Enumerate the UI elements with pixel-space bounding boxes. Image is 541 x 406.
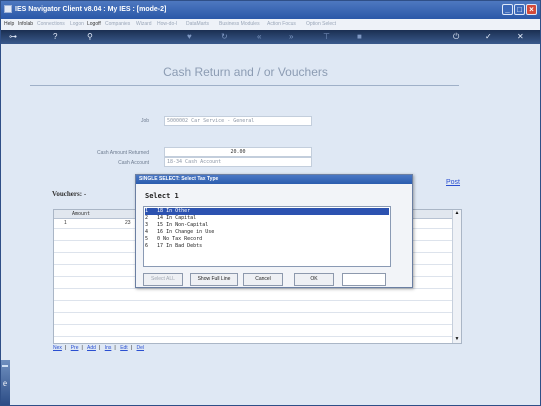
- search-icon[interactable]: ⚲: [87, 32, 93, 42]
- menu-connections[interactable]: Connections: [37, 21, 65, 27]
- cancel-button[interactable]: Cancel: [243, 273, 283, 286]
- help-icon[interactable]: ?: [53, 32, 57, 42]
- menu-companies[interactable]: Companies: [105, 21, 130, 27]
- menu-option-select[interactable]: Option Select: [306, 21, 336, 27]
- tree-icon[interactable]: ⊤: [323, 32, 330, 42]
- rewind-icon[interactable]: «: [257, 32, 261, 42]
- amount-field[interactable]: 20.00: [164, 147, 312, 157]
- scroll-down-icon[interactable]: ▼: [453, 336, 461, 343]
- cancel-icon[interactable]: ✕: [517, 32, 524, 42]
- minimize-icon[interactable]: _: [502, 4, 513, 15]
- power-icon[interactable]: ⏻: [453, 32, 459, 42]
- heart-icon[interactable]: ♥: [187, 32, 192, 42]
- menu-action-focus[interactable]: Action Focus: [267, 21, 296, 27]
- post-link[interactable]: Post: [446, 179, 460, 186]
- grid-nav: Nex | Pre | Add | Ins | Edt | Del: [53, 345, 145, 351]
- selection-count-field[interactable]: [342, 273, 386, 286]
- list-item[interactable]: 6 17 In Bad Debts: [145, 243, 389, 250]
- dialog-prompt: Select 1: [145, 192, 179, 200]
- amount-label: Cash Amount Returned: [97, 150, 149, 156]
- side-panel-tab[interactable]: e: [1, 360, 10, 405]
- job-field[interactable]: 5000002 Car Service - General: [164, 116, 312, 126]
- maximize-icon[interactable]: □: [514, 4, 525, 15]
- title-bar[interactable]: IES Navigator Client v8.04 : My IES : [m…: [1, 1, 540, 19]
- close-icon[interactable]: ×: [526, 4, 537, 15]
- scroll-up-icon[interactable]: ▲: [453, 210, 461, 217]
- key-icon[interactable]: ⊶: [9, 32, 17, 42]
- fast-forward-icon[interactable]: »: [289, 32, 293, 42]
- cash-account-label: Cash Account: [118, 160, 149, 166]
- menu-datamarts[interactable]: DataMarts: [186, 21, 209, 27]
- list-item[interactable]: 4 16 In Change in Use: [145, 229, 389, 236]
- nav-next-link[interactable]: Nex: [53, 345, 62, 351]
- dialog-title: SINGLE SELECT: Select Tax Type: [136, 175, 412, 184]
- list-item[interactable]: 5 0 No Tax Record: [145, 236, 389, 243]
- page-title: Cash Return and / or Vouchers: [163, 65, 328, 79]
- menu-how-do-i[interactable]: How-do-I: [157, 21, 177, 27]
- nav-prev-link[interactable]: Pre: [71, 345, 79, 351]
- title-divider: [30, 85, 459, 86]
- cash-account-field[interactable]: 18-34 Cash Account: [164, 157, 312, 167]
- nav-edit-link[interactable]: Edt: [120, 345, 128, 351]
- show-full-line-button[interactable]: Show Full Line: [190, 273, 238, 286]
- app-icon: [4, 5, 12, 13]
- toolbar: ⊶ ? ⚲ ♥ ↻ « » ⊤ ■ ⏻ ✓ ✕: [1, 30, 540, 44]
- tax-type-list[interactable]: 1 18 In Other 2 14 In Capital 3 15 In No…: [143, 206, 391, 267]
- job-label: Job: [140, 118, 149, 124]
- menu-infolab[interactable]: Infolab: [18, 21, 33, 27]
- menu-help[interactable]: Help: [4, 21, 14, 27]
- grid-scrollbar[interactable]: ▲ ▼: [452, 210, 461, 343]
- app-window: IES Navigator Client v8.04 : My IES : [m…: [0, 0, 541, 406]
- stop-icon[interactable]: ■: [357, 32, 362, 42]
- ok-button[interactable]: OK: [294, 273, 334, 286]
- nav-add-link[interactable]: Add: [87, 345, 96, 351]
- nav-insert-link[interactable]: Ins: [105, 345, 112, 351]
- row-number: 1: [64, 220, 67, 226]
- menu-wizard[interactable]: Wizard: [136, 21, 152, 27]
- menu-logon[interactable]: Logon: [70, 21, 84, 27]
- select-tax-type-dialog: SINGLE SELECT: Select Tax Type Select 1 …: [135, 174, 413, 288]
- nav-delete-link[interactable]: Del: [137, 345, 145, 351]
- list-item[interactable]: 2 14 In Capital: [145, 215, 389, 222]
- grid-cell-amount[interactable]: 23: [125, 220, 131, 226]
- refresh-icon[interactable]: ↻: [221, 32, 228, 42]
- list-item[interactable]: 1 18 In Other: [145, 208, 389, 215]
- list-item[interactable]: 3 15 In Non-Capital: [145, 222, 389, 229]
- confirm-icon[interactable]: ✓: [485, 32, 492, 42]
- menu-logoff[interactable]: Logoff: [87, 21, 101, 27]
- vouchers-label: Vouchers: -: [52, 190, 87, 198]
- window-title: IES Navigator Client v8.04 : My IES : [m…: [15, 6, 167, 13]
- select-all-button[interactable]: Select ALL: [143, 273, 183, 286]
- menu-business-modules[interactable]: Business Modules: [219, 21, 260, 27]
- ie-icon: e: [3, 378, 7, 388]
- amount-column-header[interactable]: Amount: [72, 211, 90, 217]
